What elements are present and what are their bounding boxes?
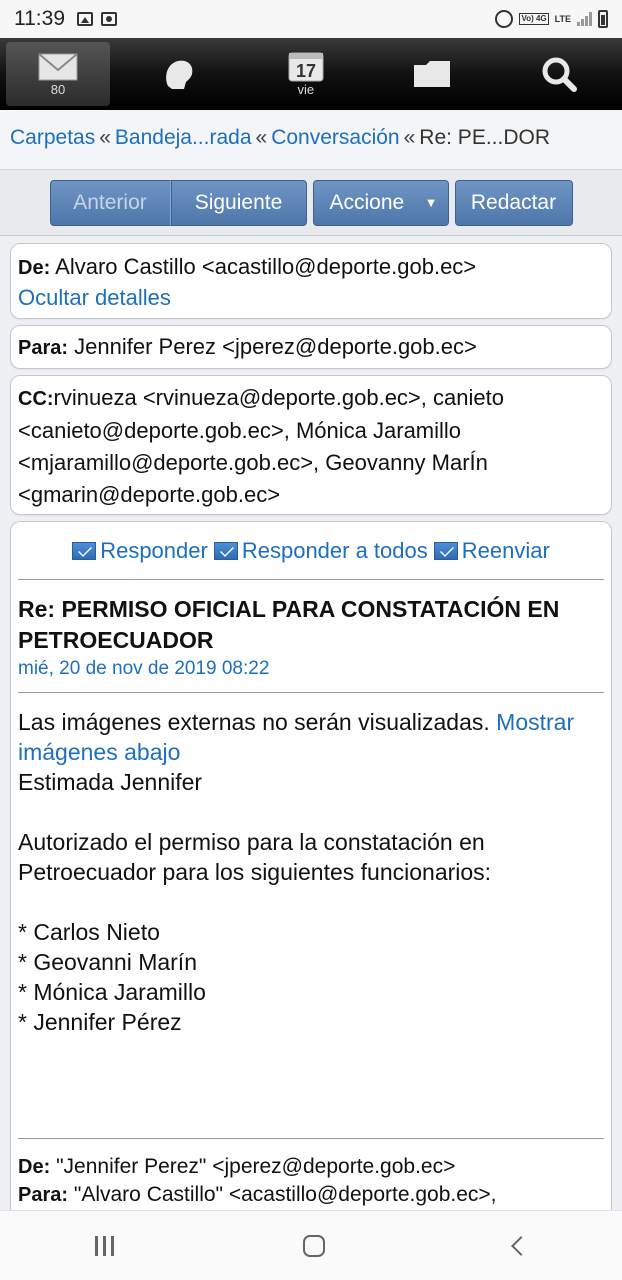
message-subject: Re: PERMISO OFICIAL PARA CONSTATACIÓN EN… <box>18 596 560 653</box>
reply-action[interactable]: Responder <box>72 538 208 564</box>
from-card: De: Alvaro Castillo <acastillo@deporte.g… <box>10 243 612 319</box>
pager-group: Anterior Siguiente <box>49 179 307 226</box>
app-notification-icon <box>101 12 117 26</box>
subject-block: Re: PERMISO OFICIAL PARA CONSTATACIÓN EN… <box>18 580 604 693</box>
status-time: 11:39 <box>14 7 65 30</box>
forward-link[interactable]: Reenviar <box>462 538 550 564</box>
breadcrumb-folders[interactable]: Carpetas <box>10 126 95 149</box>
top-navigation: 80 17 vie <box>0 38 622 110</box>
hide-details-link[interactable]: Ocultar detalles <box>18 283 604 313</box>
contacts-icon <box>166 60 193 89</box>
breadcrumb-separator: « <box>99 126 111 149</box>
network-type: LTE <box>554 13 571 24</box>
mail-icon <box>38 52 78 80</box>
to-label: Para: <box>18 337 69 359</box>
next-button[interactable]: Siguiente <box>170 179 307 226</box>
quoted-to-value: "Alvaro Castillo" <acastillo@deporte.gob… <box>73 1183 497 1206</box>
breadcrumb-conversation[interactable]: Conversación <box>271 126 399 149</box>
calendar-day: 17 <box>296 61 316 81</box>
breadcrumb-separator: « <box>255 126 268 149</box>
calendar-icon: 17 <box>288 52 324 81</box>
breadcrumb-current: Re: PE...DOR <box>419 126 550 149</box>
nav-contacts[interactable] <box>116 38 243 110</box>
list-item: * Jennifer Pérez <box>18 1009 182 1035</box>
breadcrumb-separator: « <box>403 126 416 149</box>
cc-label: CC: <box>18 388 54 410</box>
previous-button[interactable]: Anterior <box>49 179 171 226</box>
quoted-to-label: Para: <box>18 1184 69 1206</box>
reply-icon <box>72 541 97 560</box>
quoted-header: De: "Jennifer Perez" <jperez@deporte.gob… <box>18 1139 604 1209</box>
breadcrumb: Carpetas «Bandeja...rada «Conversación «Re:… <box>0 110 622 170</box>
to-value: Jennifer Perez <jperez@deporte.gob.ec> <box>74 334 477 359</box>
quoted-from-value: "Jennifer Perez" <jperez@deporte.gob.ec> <box>56 1155 456 1178</box>
message-card: Responder Responder a todos Reenviar Re:… <box>10 521 612 1241</box>
battery-icon <box>598 10 608 28</box>
search-icon <box>542 57 577 92</box>
list-item: * Mónica Jaramillo <box>18 979 206 1005</box>
message-actions: Responder Responder a todos Reenviar <box>18 522 604 580</box>
message-date: mié, 20 de nov de 2019 08:22 <box>18 658 270 679</box>
actions-dropdown[interactable]: Accione ▼ <box>312 179 449 226</box>
actions-label: Accione <box>329 190 405 214</box>
calendar-label: vie <box>297 81 315 97</box>
reply-all-icon <box>213 541 238 560</box>
alarm-icon <box>495 10 514 28</box>
breadcrumb-inbox[interactable]: Bandeja...rada <box>115 126 252 149</box>
status-bar: 11:39 Vo) 4G LTE <box>0 0 622 38</box>
gallery-notification-icon <box>77 12 93 26</box>
reply-all-link[interactable]: Responder a todos <box>242 538 428 564</box>
from-value: Alvaro Castillo <acastillo@deporte.gob.e… <box>55 254 477 279</box>
recent-apps-icon[interactable] <box>94 1235 114 1256</box>
list-item: * Geovanni Marín <box>18 949 197 975</box>
nav-mail[interactable]: 80 <box>6 42 110 106</box>
message-body: Las imágenes externas no serán visualiza… <box>18 693 604 1139</box>
nav-calendar[interactable]: 17 vie <box>243 38 370 110</box>
forward-action[interactable]: Reenviar <box>433 538 550 564</box>
quoted-from-label: De: <box>18 1156 51 1178</box>
chevron-down-icon: ▼ <box>424 195 438 210</box>
list-item: * Carlos Nieto <box>18 919 160 945</box>
message-toolbar: Anterior Siguiente Accione ▼ Redactar <box>0 170 622 236</box>
greeting: Estimada Jennifer <box>18 769 203 795</box>
system-nav-bar <box>0 1210 622 1280</box>
body-paragraph: Autorizado el permiso para la constataci… <box>18 829 492 885</box>
signal-icon <box>577 12 592 26</box>
nav-folders[interactable] <box>369 38 496 110</box>
compose-button[interactable]: Redactar <box>454 179 573 226</box>
cc-card: CC:rvinueza <rvinueza@deporte.gob.ec>, c… <box>10 375 612 515</box>
nav-search[interactable] <box>496 38 622 110</box>
reply-link[interactable]: Responder <box>100 538 208 564</box>
forward-icon <box>433 541 458 560</box>
from-label: De: <box>18 257 51 279</box>
home-icon[interactable] <box>302 1234 325 1257</box>
mail-count: 80 <box>50 81 66 97</box>
reply-all-action[interactable]: Responder a todos <box>213 538 428 564</box>
back-icon[interactable] <box>510 1235 531 1256</box>
volte-badge: Vo) 4G <box>519 13 549 25</box>
images-notice: Las imágenes externas no serán visualiza… <box>18 709 490 735</box>
cc-value: rvinueza <rvinueza@deporte.gob.ec>, cani… <box>18 385 504 507</box>
folder-icon <box>414 61 451 87</box>
to-card: Para: Jennifer Perez <jperez@deporte.gob… <box>10 325 612 369</box>
quote-divider <box>18 1037 604 1139</box>
